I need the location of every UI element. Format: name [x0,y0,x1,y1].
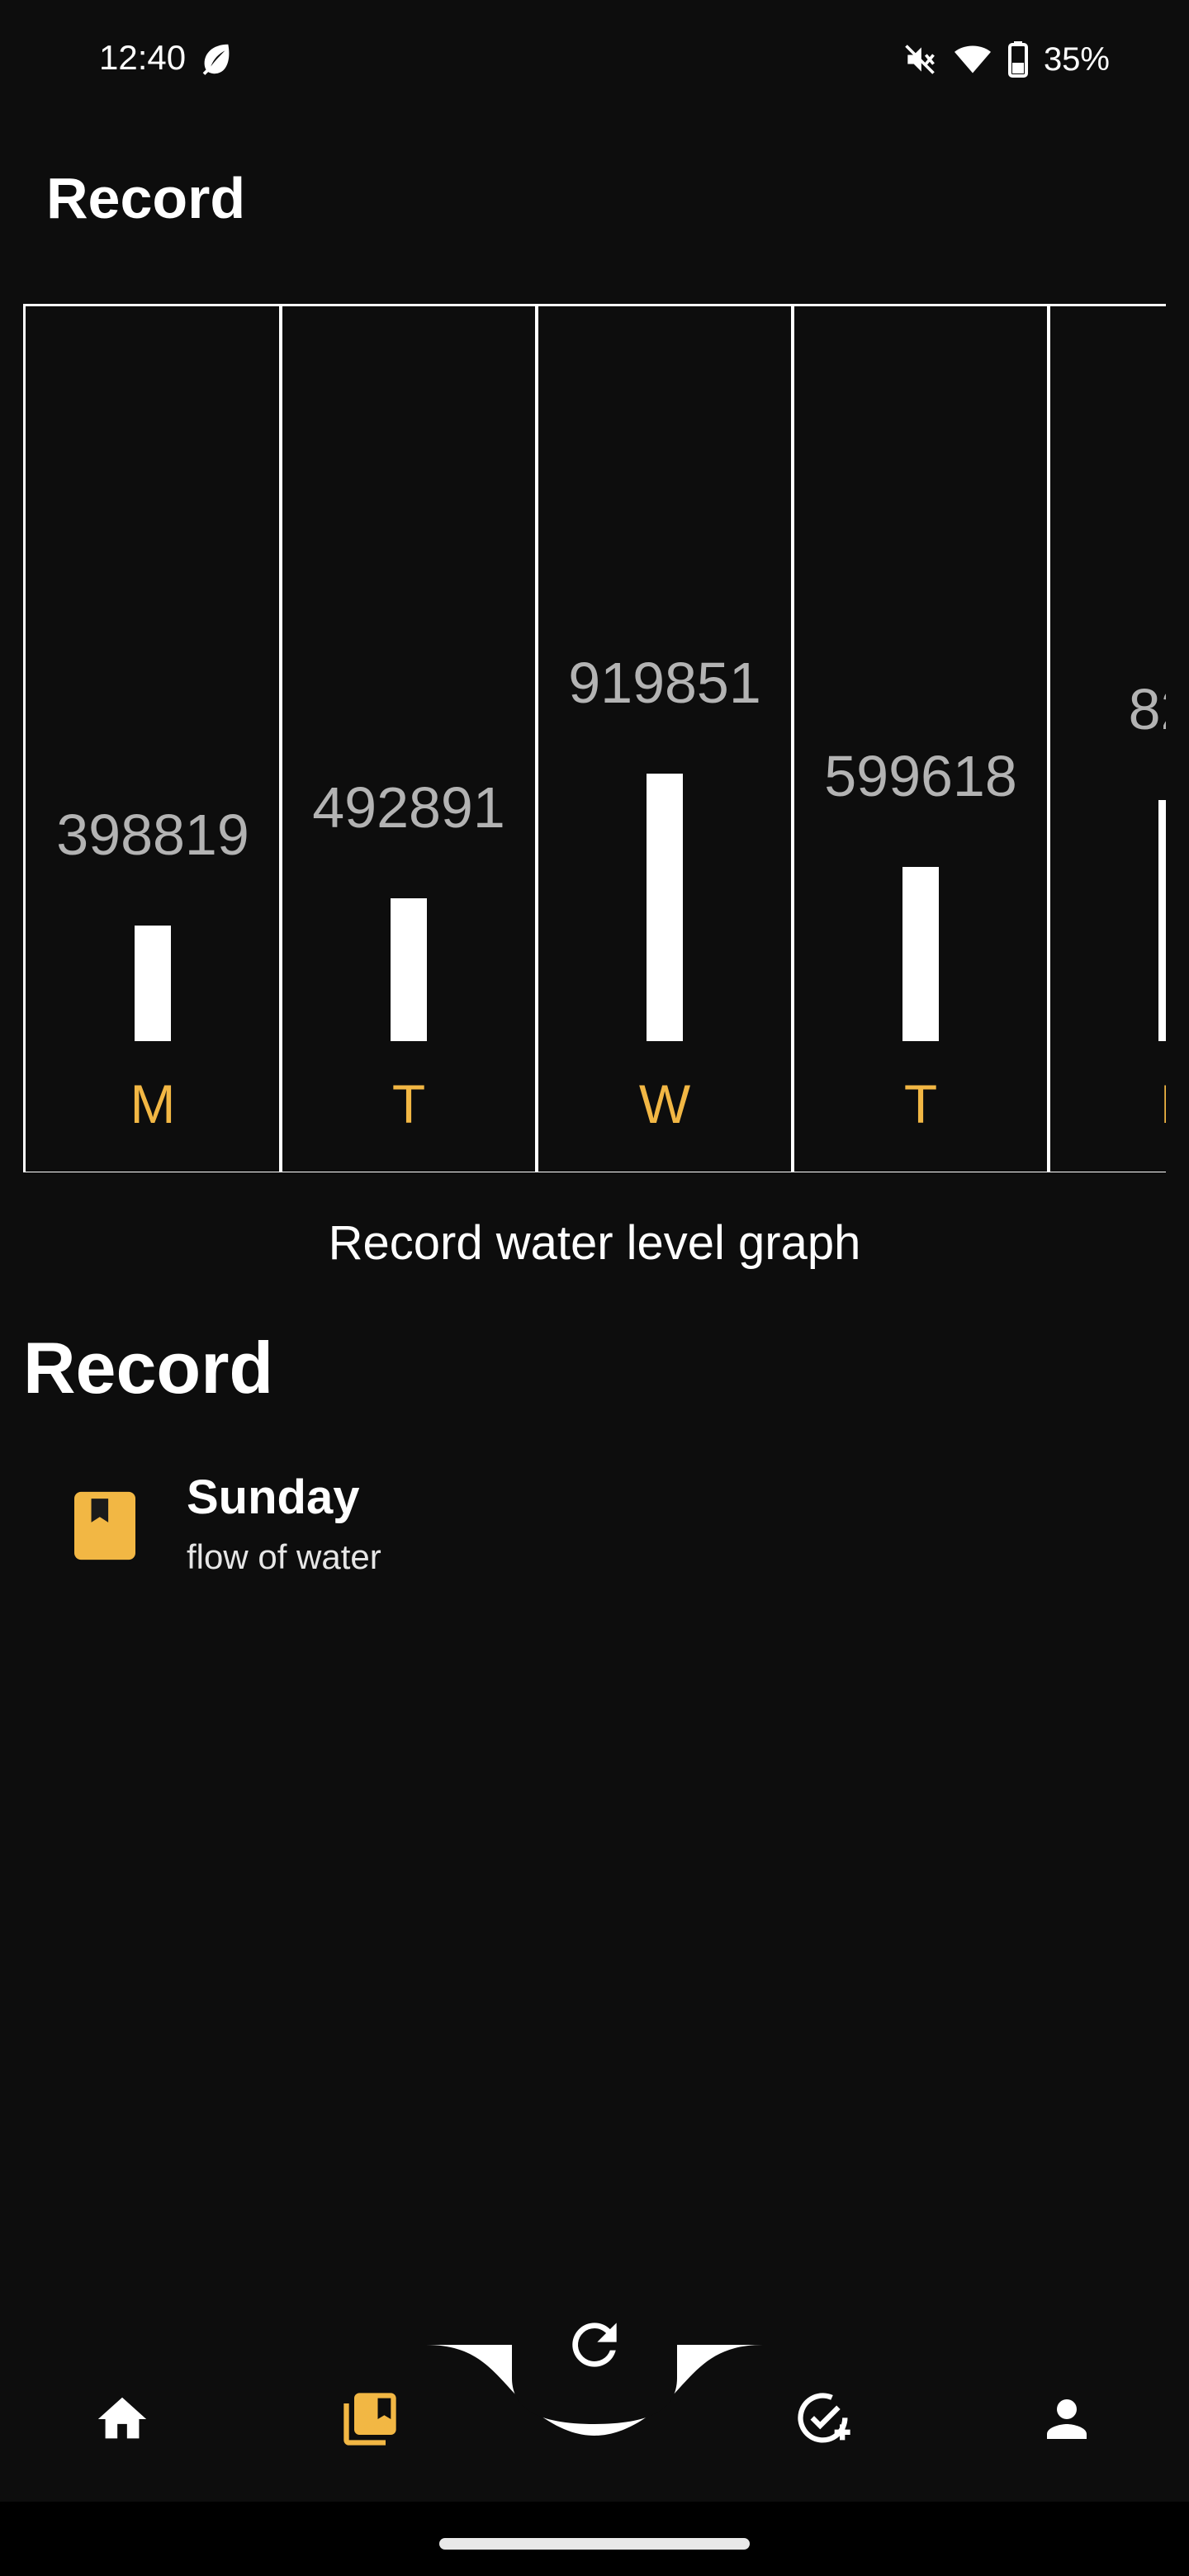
tick-label: T [903,1073,938,1134]
tick-label: T [391,1073,426,1134]
data-label: 919851 [568,651,761,715]
data-label: 398819 [56,803,249,867]
data-label: 492891 [312,775,505,840]
gesture-area [0,2502,1189,2576]
home-icon [97,2397,147,2439]
home-gesture-bar[interactable] [439,2538,750,2550]
nav-profile[interactable] [1009,2361,1125,2477]
status-time: 12:40 [99,38,187,77]
list-item-subtitle: flow of water [187,1537,381,1576]
nav-records[interactable] [312,2361,428,2477]
bar [391,898,427,1041]
battery-icon [1007,41,1028,78]
status-bar: 12:40 35% [0,0,1189,116]
day-column[interactable]: 599618 T [791,304,1050,1172]
day-column[interactable]: 919851 W [535,304,794,1172]
day-column[interactable]: 398819 M [23,304,282,1172]
day-column[interactable]: 492891 T [279,304,538,1172]
bottom-navigation [0,2295,1189,2502]
day-column[interactable]: 829 F [1047,304,1166,1172]
water-level-chart[interactable]: 398819 M 492891 T 919851 W 599618 T 829 F [23,304,1166,1172]
list-item[interactable]: Sunday flow of water [74,1461,817,1602]
person-icon [1047,2399,1087,2439]
add-task-icon [798,2393,850,2443]
bookmark-book-icon [74,1491,135,1560]
bar [647,774,683,1041]
tick-label: M [130,1073,176,1134]
tick-label: F [1049,1073,1166,1135]
chart-caption: Record water level graph [328,1216,861,1270]
bar [902,867,939,1041]
tick-label: W [638,1073,691,1134]
bar [135,926,171,1041]
records-section-title: Record [23,1327,274,1409]
mute-icon [905,45,935,74]
page-title: Record [46,166,246,230]
battery-percentage: 35% [1043,40,1110,78]
nav-add-task[interactable] [766,2361,882,2477]
nav-home[interactable] [64,2361,180,2477]
refresh-icon [572,2323,617,2367]
list-item-title: Sunday [187,1470,360,1524]
bar [1158,800,1166,1041]
leaf-icon [202,44,230,75]
data-label: 829 [1128,677,1166,741]
data-label: 599618 [824,744,1017,808]
refresh-button[interactable] [545,2295,644,2394]
library-bookmark-icon [343,2393,396,2446]
wifi-icon [954,45,991,73]
